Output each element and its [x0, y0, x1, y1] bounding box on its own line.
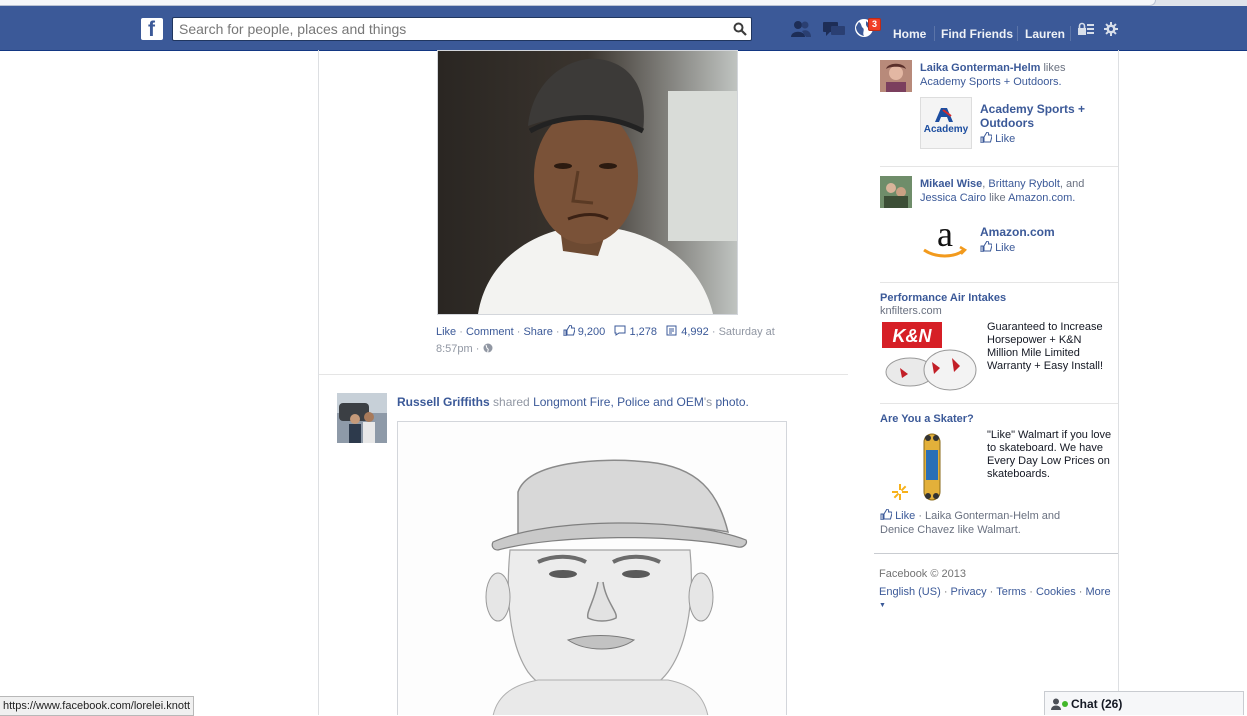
nav-find-friends-link[interactable]: Find Friends — [941, 27, 1013, 41]
svg-text:Academy: Academy — [924, 124, 969, 135]
chat-label: Chat (26) — [1071, 697, 1123, 711]
sidebar-divider — [874, 553, 1118, 554]
shares-count[interactable]: 4,992 — [681, 326, 709, 338]
chat-tab[interactable]: Chat (26) — [1044, 691, 1244, 715]
page-title-link[interactable]: Amazon.com — [980, 225, 1055, 239]
share-link[interactable]: Share — [523, 326, 552, 338]
sidebar-divider — [880, 166, 1118, 167]
share-icon — [666, 325, 677, 336]
search-icon[interactable] — [733, 22, 747, 36]
friend-name-link[interactable]: Mikael Wise — [920, 178, 982, 190]
nav-divider — [934, 26, 935, 41]
story-divider — [319, 374, 848, 375]
settings-gear-icon[interactable] — [1103, 21, 1125, 39]
privacy-shortcuts-icon[interactable] — [1077, 22, 1099, 40]
friend-name-link[interactable]: Laika Gonterman-Helm — [920, 62, 1040, 74]
page-link[interactable]: Amazon.com. — [1008, 192, 1075, 204]
page-like-button[interactable]: Like — [980, 131, 1016, 145]
ad-image[interactable] — [888, 430, 948, 504]
nav-divider — [1017, 26, 1018, 41]
author-avatar[interactable] — [337, 393, 387, 443]
top-navigation-bar: f 3 Home Find Friends Lauren — [0, 6, 1247, 51]
friend-activity-text: Laika Gonterman-Helm likes Academy Sport… — [920, 61, 1116, 89]
story-photo[interactable] — [437, 50, 738, 315]
academy-logo[interactable]: Academy — [920, 97, 972, 149]
nav-home-link[interactable]: Home — [893, 27, 926, 41]
person-icon — [1051, 698, 1061, 710]
news-feed-column-border — [318, 50, 319, 715]
story-action-bar: Like · Comment · Share · 9,200 1,278 4,9… — [436, 324, 775, 355]
ad-image[interactable]: K&N — [880, 322, 980, 394]
facebook-logo-icon[interactable]: f — [141, 18, 163, 41]
ad-url[interactable]: knfilters.com — [880, 305, 942, 317]
svg-text:K&N: K&N — [893, 326, 933, 346]
shared-page-link[interactable]: Longmont Fire, Police and OEM — [533, 395, 704, 409]
ad-social-context: Like · Laika Gonterman-Helm and Denice C… — [880, 508, 1080, 537]
status-bar-url: https://www.facebook.com/lorelei.knott — [0, 696, 195, 716]
likes-count[interactable]: 9,200 — [578, 326, 606, 338]
comment-bubble-icon — [614, 325, 626, 336]
story-verb: shared — [493, 395, 530, 409]
friend-avatar[interactable] — [880, 60, 912, 92]
footer-privacy-link[interactable]: Privacy — [951, 586, 987, 598]
page-link[interactable]: Academy Sports + Outdoors. — [920, 76, 1062, 88]
friend-avatar[interactable] — [880, 176, 912, 208]
footer-language-link[interactable]: English (US) — [879, 586, 941, 598]
shared-photo-link[interactable]: photo. — [715, 395, 748, 409]
like-label: Like — [995, 133, 1016, 145]
footer-terms-link[interactable]: Terms — [996, 586, 1026, 598]
sidebar-divider — [880, 282, 1118, 283]
friend-name-link[interactable]: Brittany Rybolt — [988, 178, 1060, 190]
footer-more-link[interactable]: More — [1086, 586, 1111, 598]
conjunction-text: , and — [1059, 178, 1085, 190]
activity-verb: like — [989, 192, 1006, 204]
sidebar-divider — [880, 403, 1118, 404]
ad-body-text[interactable]: "Like" Walmart if you love to skateboard… — [987, 429, 1115, 481]
nav-divider — [1070, 26, 1071, 41]
messages-icon[interactable] — [822, 20, 845, 38]
story-header: Russell Griffiths shared Longmont Fire, … — [397, 395, 749, 409]
friend-requests-icon[interactable] — [790, 20, 812, 38]
author-name-link[interactable]: Russell Griffiths — [397, 395, 490, 409]
friend-name-link[interactable]: Jessica Cairo — [920, 192, 986, 204]
separator-text: , — [982, 178, 986, 190]
like-label: Like — [995, 242, 1016, 254]
amazon-logo[interactable]: a — [920, 212, 970, 262]
ad-body-text[interactable]: Guaranteed to Increase Horsepower + K&N … — [987, 321, 1115, 373]
footer-copyright: Facebook © 2013 — [879, 568, 966, 580]
nav-profile-link[interactable]: Lauren — [1025, 27, 1065, 41]
thumbs-up-icon — [563, 324, 576, 337]
friend-activity-text: Mikael Wise, Brittany Rybolt, and Jessic… — [920, 177, 1116, 205]
right-sidebar: Laika Gonterman-Helm likes Academy Sport… — [874, 50, 1119, 715]
page-like-button[interactable]: Like — [980, 240, 1016, 254]
thumbs-up-icon — [880, 508, 893, 521]
footer-links: English (US) · Privacy · Terms · Cookies… — [879, 586, 1111, 609]
ad-title-link[interactable]: Performance Air Intakes — [880, 292, 1006, 304]
ad-like-link[interactable]: Like — [895, 510, 915, 522]
online-status-dot — [1062, 701, 1068, 707]
page-title-link[interactable]: Academy Sports + Outdoors — [980, 102, 1110, 130]
footer-cookies-link[interactable]: Cookies — [1036, 586, 1076, 598]
comment-link[interactable]: Comment — [466, 326, 514, 338]
svg-text:a: a — [937, 214, 953, 254]
possessive-text: 's — [703, 395, 713, 409]
thumbs-up-icon — [980, 240, 993, 253]
search-input[interactable] — [179, 20, 719, 38]
search-box[interactable] — [172, 17, 752, 41]
public-globe-icon[interactable] — [483, 343, 493, 353]
like-link[interactable]: Like — [436, 326, 456, 338]
ad-title-link[interactable]: Are You a Skater? — [880, 413, 974, 425]
activity-verb: likes — [1043, 62, 1066, 74]
shared-sketch-photo[interactable] — [397, 421, 787, 715]
notifications-badge: 3 — [868, 18, 882, 31]
chevron-down-icon[interactable]: ▼ — [879, 602, 886, 609]
comments-count[interactable]: 1,278 — [629, 326, 657, 338]
thumbs-up-icon — [980, 131, 993, 144]
